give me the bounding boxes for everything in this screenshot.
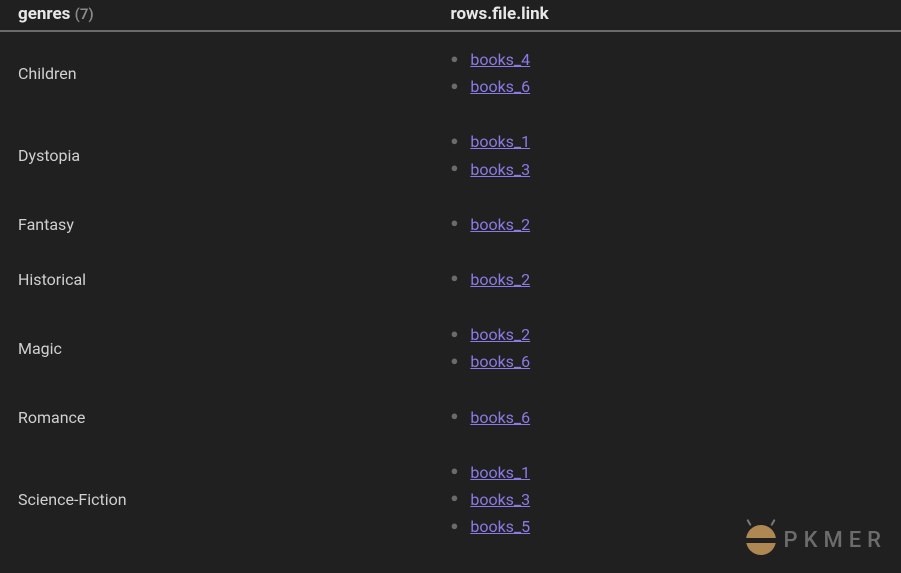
genre-cell: Historical — [0, 252, 432, 307]
bullet-icon: ● — [450, 516, 458, 538]
list-item: ● books_4 — [450, 46, 883, 73]
link-list: ● books_4 ● books_6 — [450, 46, 883, 100]
header-genres-label: genres — [18, 4, 70, 24]
table-row: Magic ● books_2 ● books_6 — [0, 307, 901, 389]
link-list: ● books_1 ● books_3 — [450, 128, 883, 182]
bullet-icon: ● — [450, 406, 458, 428]
link-list: ● books_2 ● books_6 — [450, 321, 883, 375]
table-row: Dystopia ● books_1 ● books_3 — [0, 114, 901, 196]
genre-cell: Fantasy — [0, 197, 432, 252]
list-item: ● books_3 — [450, 156, 883, 183]
genre-cell: Dystopia — [0, 114, 432, 196]
bullet-icon: ● — [450, 488, 458, 510]
links-cell: ● books_2 — [432, 252, 901, 307]
list-item: ● books_6 — [450, 348, 883, 375]
bullet-icon: ● — [450, 268, 458, 290]
watermark-text: PKMER — [784, 528, 887, 553]
bullet-icon: ● — [450, 213, 458, 235]
genre-cell: Magic — [0, 307, 432, 389]
link-list: ● books_2 — [450, 211, 883, 238]
link-list: ● books_2 — [450, 266, 883, 293]
bullet-icon: ● — [450, 76, 458, 98]
bullet-icon: ● — [450, 324, 458, 346]
link-list: ● books_6 — [450, 404, 883, 431]
links-cell: ● books_4 ● books_6 — [432, 31, 901, 114]
file-link[interactable]: books_4 — [470, 46, 530, 73]
column-header-genres: genres (7) — [0, 0, 432, 31]
file-link[interactable]: books_1 — [470, 128, 530, 155]
bullet-icon: ● — [450, 158, 458, 180]
file-link[interactable]: books_1 — [470, 459, 530, 486]
genre-cell: Romance — [0, 390, 432, 445]
column-header-links: rows.file.link — [432, 0, 901, 31]
header-genres-count: (7) — [75, 5, 94, 23]
file-link[interactable]: books_6 — [470, 348, 530, 375]
list-item: ● books_2 — [450, 211, 883, 238]
links-cell: ● books_2 ● books_6 — [432, 307, 901, 389]
links-cell: ● books_6 — [432, 390, 901, 445]
list-item: ● books_1 — [450, 128, 883, 155]
bullet-icon: ● — [450, 461, 458, 483]
table-row: Romance ● books_6 — [0, 390, 901, 445]
watermark: PKMER — [746, 525, 887, 555]
file-link[interactable]: books_3 — [470, 486, 530, 513]
pkmer-logo-icon — [746, 525, 776, 555]
table-header-row: genres (7) rows.file.link — [0, 0, 901, 31]
list-item: ● books_6 — [450, 73, 883, 100]
genre-cell: Children — [0, 31, 432, 114]
links-cell: ● books_2 — [432, 197, 901, 252]
table-row: Historical ● books_2 — [0, 252, 901, 307]
file-link[interactable]: books_6 — [470, 73, 530, 100]
list-item: ● books_2 — [450, 266, 883, 293]
file-link[interactable]: books_2 — [470, 211, 530, 238]
genres-table: genres (7) rows.file.link Children ● books… — [0, 0, 901, 554]
bullet-icon: ● — [450, 131, 458, 153]
file-link[interactable]: books_6 — [470, 404, 530, 431]
file-link[interactable]: books_2 — [470, 266, 530, 293]
list-item: ● books_2 — [450, 321, 883, 348]
list-item: ● books_1 — [450, 459, 883, 486]
bullet-icon: ● — [450, 351, 458, 373]
genre-cell: Science-Fiction — [0, 445, 432, 555]
file-link[interactable]: books_3 — [470, 156, 530, 183]
table-row: Fantasy ● books_2 — [0, 197, 901, 252]
list-item: ● books_6 — [450, 404, 883, 431]
links-cell: ● books_1 ● books_3 — [432, 114, 901, 196]
table-row: Children ● books_4 ● books_6 — [0, 31, 901, 114]
list-item: ● books_3 — [450, 486, 883, 513]
file-link[interactable]: books_5 — [470, 513, 530, 540]
bullet-icon: ● — [450, 49, 458, 71]
file-link[interactable]: books_2 — [470, 321, 530, 348]
